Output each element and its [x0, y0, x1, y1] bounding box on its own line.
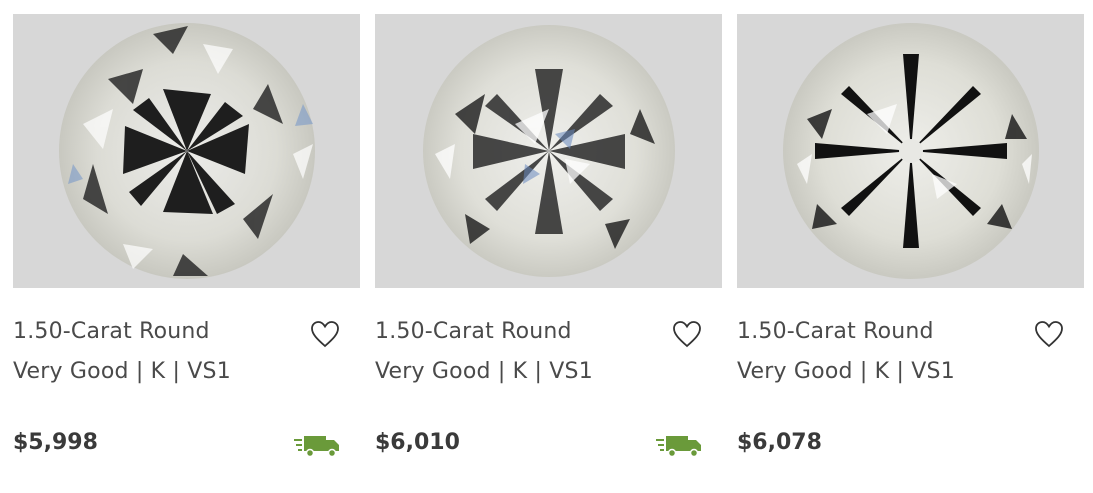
- listing-price: $6,078: [737, 430, 822, 455]
- product-card[interactable]: 1.50-Carat Round Very Good | K | VS1 $6,…: [375, 14, 722, 484]
- listing-title[interactable]: 1.50-Carat Round: [13, 319, 210, 344]
- product-card[interactable]: 1.50-Carat Round Very Good | K | VS1 $6,…: [737, 14, 1084, 484]
- listing-price: $6,010: [375, 430, 460, 455]
- listing-title[interactable]: 1.50-Carat Round: [375, 319, 572, 344]
- delivery-truck-icon: [656, 436, 701, 458]
- heart-outline-icon[interactable]: [310, 320, 340, 348]
- delivery-truck-icon: [294, 436, 339, 458]
- listing-specs: Very Good | K | VS1: [375, 359, 593, 384]
- diamond-image[interactable]: [737, 14, 1084, 288]
- listing-specs: Very Good | K | VS1: [737, 359, 955, 384]
- listing-specs: Very Good | K | VS1: [13, 359, 231, 384]
- listing-price: $5,998: [13, 430, 98, 455]
- heart-outline-icon[interactable]: [672, 320, 702, 348]
- diamond-image[interactable]: [375, 14, 722, 288]
- diamond-image[interactable]: [13, 14, 360, 288]
- heart-outline-icon[interactable]: [1034, 320, 1064, 348]
- product-card[interactable]: 1.50-Carat Round Very Good | K | VS1 $5,…: [13, 14, 360, 484]
- listing-title[interactable]: 1.50-Carat Round: [737, 319, 934, 344]
